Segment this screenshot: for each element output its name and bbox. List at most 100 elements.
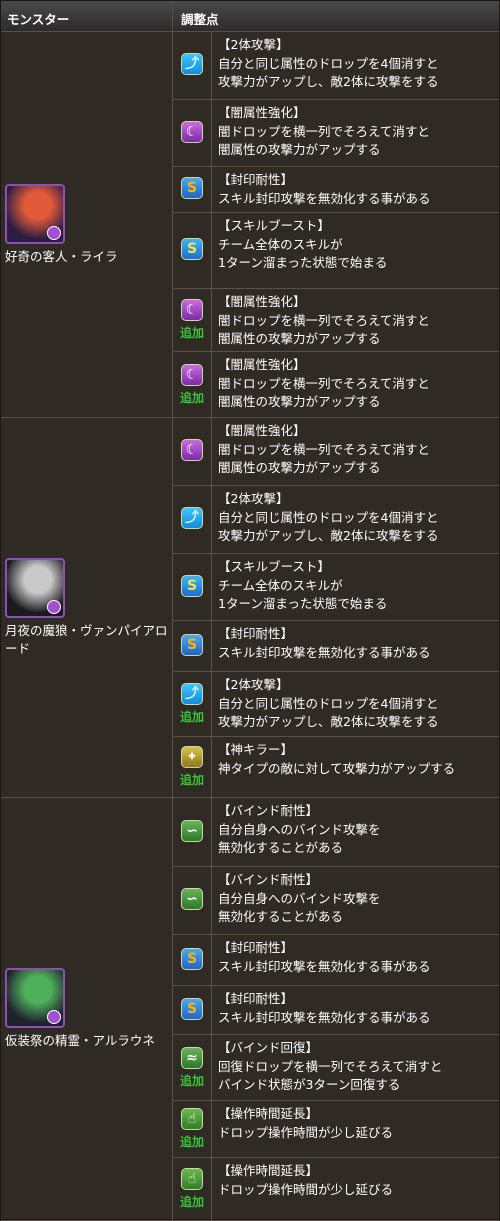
monster-groups: 好奇の客人・ライラ ⤴ 【2体攻撃】 自分と同じ属性のドロップを4個消すと 攻撃力がアッ… [1, 32, 499, 1221]
time-extend-icon: ☝ [181, 1108, 203, 1130]
awakening-icon-cell: ☝ 追加 [173, 1158, 212, 1220]
monster-portrait[interactable] [5, 557, 65, 618]
awakening-row: ⤴ 【2体攻撃】 自分と同じ属性のドロップを4個消すと 攻撃力がアップし、敵2体に攻撃… [173, 486, 499, 554]
awakening-icon-cell: S [173, 986, 212, 1034]
awakening-row: ≈ 追加 【バインド回復】 回復ドロップを横一列でそろえて消すと バインド状態が3ターン… [173, 1035, 499, 1101]
awakening-row: ☾ 追加 【闇属性強化】 闇ドロップを横一列でそろえて消すと 闇属性の攻撃力がアップする [173, 352, 499, 417]
awakening-icon-cell: ☾ 追加 [173, 289, 212, 351]
awakening-title: 【闇属性強化】 [218, 294, 306, 309]
skill-bind-resist-icon: S [181, 997, 203, 1020]
awakening-line: ドロップ操作時間が少し延びる [218, 1181, 394, 1197]
awakening-icon-cell: ☾ [173, 418, 212, 485]
monster-group: 好奇の客人・ライラ ⤴ 【2体攻撃】 自分と同じ属性のドロップを4個消すと 攻撃力がアッ… [1, 32, 499, 418]
awakening-icon-cell: ☝ 追加 [173, 1101, 212, 1157]
awakening-line: 自分と同じ属性のドロップを4個消すと [218, 55, 439, 71]
awakening-line: 闇ドロップを横一列でそろえて消すと [218, 123, 430, 139]
awakening-row: ∽ 【バインド耐性】 自分自身へのバインド攻撃を 無効化することがある [173, 867, 499, 935]
awakening-icon-cell: S [173, 167, 212, 212]
awakening-glyph: ✦ [186, 749, 198, 765]
awakening-glyph: S [186, 636, 198, 653]
table-header: モンスター 調整点 [1, 1, 499, 32]
awakening-description: 【スキルブースト】 チーム全体のスキルが 1ターン溜まった状態で始まる [212, 213, 499, 288]
added-label: 追加 [179, 326, 204, 340]
awakening-title: 【バインド回復】 [218, 1040, 319, 1055]
awakening-description: 【操作時間延長】 ドロップ操作時間が少し延びる [212, 1101, 499, 1157]
awakening-row: ⤴ 追加 【2体攻撃】 自分と同じ属性のドロップを4個消すと 攻撃力がアップし、敵2体に… [173, 672, 499, 737]
enhanced-dark-orbs-icon: ☾ [181, 120, 203, 143]
awakening-title: 【封印耐性】 [218, 991, 294, 1006]
awakening-title: 【封印耐性】 [218, 940, 294, 955]
skill-bind-resist-icon: S [181, 633, 203, 656]
awakening-icon-cell: ⤴ [173, 486, 212, 553]
awakening-glyph: ⤴ [185, 56, 199, 72]
awakening-icon-cell: ≈ 追加 [173, 1035, 212, 1100]
awakening-glyph: ☝ [187, 1171, 197, 1187]
awakening-title: 【バインド耐性】 [218, 872, 319, 887]
awakening-row: S 【封印耐性】 スキル封印攻撃を無効化する事がある [173, 167, 499, 213]
awakening-icon-cell: ⤴ [173, 32, 212, 99]
added-label: 追加 [179, 773, 204, 787]
awakening-line: スキル封印攻撃を無効化する事がある [218, 1009, 431, 1025]
two-pronged-attack-icon: ⤴ [181, 683, 203, 705]
awakening-line: 攻撃力がアップし、敵2体に攻撃をする [218, 74, 439, 89]
monster-name[interactable]: 仮装祭の精霊・アルラウネ [5, 1032, 168, 1050]
awakening-glyph: ☝ [187, 1111, 197, 1127]
awakening-title: 【スキルブースト】 [218, 559, 330, 574]
awakening-line: スキル封印攻撃を無効化する事がある [218, 190, 431, 206]
added-label: 追加 [179, 710, 204, 724]
awakening-line: 攻撃力がアップし、敵2体に攻撃をする [218, 528, 439, 543]
awakening-line: 回復ドロップを横一列でそろえて消すと [218, 1058, 443, 1074]
awakening-description: 【バインド耐性】 自分自身へのバインド攻撃を 無効化することがある [212, 867, 499, 934]
awakening-glyph: S [186, 180, 198, 196]
awakening-row: ☾ 追加 【闇属性強化】 闇ドロップを横一列でそろえて消すと 闇属性の攻撃力がアップする [173, 289, 499, 352]
awakening-line: ドロップ操作時間が少し延びる [218, 1124, 394, 1140]
awakening-line: チーム全体のスキルが [218, 236, 343, 252]
awakening-icon-cell: ☾ 追加 [173, 352, 212, 417]
awakening-description: 【操作時間延長】 ドロップ操作時間が少し延びる [212, 1158, 499, 1220]
awakening-description: 【2体攻撃】 自分と同じ属性のドロップを4個消すと 攻撃力がアップし、敵2体に攻撃を… [212, 672, 499, 736]
skill-bind-resist-icon: S [181, 947, 203, 970]
awakening-icon-cell: S [173, 554, 212, 620]
enhanced-dark-orbs-icon: ☾ [181, 363, 203, 386]
awakening-row: S 【封印耐性】スキル封印攻撃を無効化する事がある [173, 986, 499, 1035]
monster-portrait[interactable] [5, 968, 65, 1028]
monster-portrait[interactable] [5, 183, 65, 244]
awakening-row: S 【スキルブースト】 チーム全体のスキルが 1ターン溜まった状態で始まる [173, 554, 499, 621]
monster-group: 月夜の魔狼・ヴァンパイアロード ☾ 【闇属性強化】闇ドロップを横一列でそろえて消すと… [1, 418, 499, 798]
awakening-line: スキル封印攻撃を無効化する事がある [218, 644, 431, 660]
awakening-title: 【闇属性強化】 [218, 357, 306, 372]
awakening-title: 【闇属性強化】 [218, 423, 306, 438]
enhanced-dark-orbs-icon: ☾ [181, 439, 203, 461]
skill-bind-resist-icon: S [181, 177, 203, 199]
awakening-line: 無効化することがある [218, 909, 344, 924]
awakening-glyph: ≈ [186, 1049, 198, 1066]
awakening-icon-cell: S [173, 621, 212, 671]
awakening-title: 【封印耐性】 [218, 626, 294, 641]
bind-resist-icon: ∽ [181, 888, 203, 910]
awakening-description: 【バインド回復】 回復ドロップを横一列でそろえて消すと バインド状態が3ターン回復す… [212, 1035, 499, 1100]
monster-name[interactable]: 好奇の客人・ライラ [5, 248, 168, 266]
two-pronged-attack-icon: ⤴ [181, 507, 203, 529]
added-label: 追加 [179, 1135, 204, 1149]
awakening-line: チーム全体のスキルが [218, 577, 343, 593]
awakening-description: 【闇属性強化】 闇ドロップを横一列でそろえて消すと 闇属性の攻撃力がアップする [212, 352, 499, 417]
bind-recovery-icon: ≈ [181, 1046, 203, 1069]
header-monster: モンスター [1, 1, 173, 31]
awakening-line: 1ターン溜まった状態で始まる [218, 255, 388, 270]
awakening-line: 闇属性の攻撃力がアップする [218, 460, 381, 475]
awakening-glyph: S [186, 577, 198, 594]
added-label: 追加 [179, 390, 204, 405]
bind-resist-icon: ∽ [181, 819, 203, 842]
awakening-row: ☝ 追加 【操作時間延長】 ドロップ操作時間が少し延びる [173, 1101, 499, 1158]
awakening-line: 闇ドロップを横一列でそろえて消すと [218, 441, 430, 457]
enhanced-dark-orbs-icon: ☾ [181, 299, 203, 321]
awakening-table: モンスター 調整点 好奇の客人・ライラ ⤴ 【2体攻撃】 自分と同じ属性のドロップを4… [0, 0, 500, 1221]
awakening-icon-cell: ☾ [173, 100, 212, 166]
awakening-description: 【封印耐性】 スキル封印攻撃を無効化する事がある [212, 167, 499, 212]
skill-boost-icon: S [181, 574, 203, 597]
awakening-line: 闇ドロップを横一列でそろえて消すと [218, 375, 430, 391]
awakening-row: ✦ 追加 【神キラー】 神タイプの敵に対して攻撃力がアップする [173, 737, 499, 797]
monster-name[interactable]: 月夜の魔狼・ヴァンパイアロード [5, 622, 168, 658]
awakening-title: 【2体攻撃】 [218, 491, 289, 506]
awakening-icon-cell: ✦ 追加 [173, 737, 212, 797]
